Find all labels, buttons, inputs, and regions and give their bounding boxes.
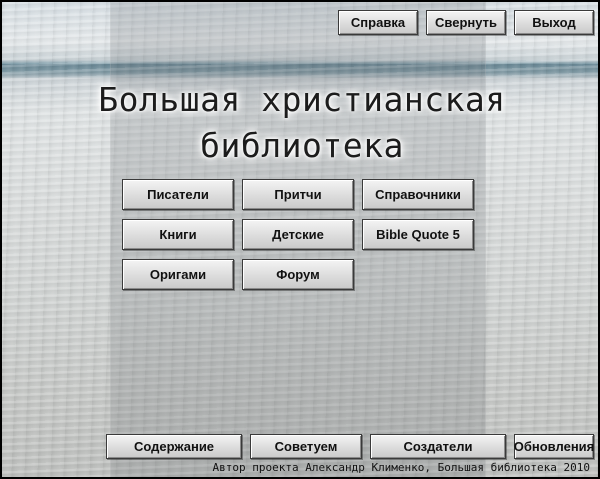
exit-button[interactable]: Выход [514,10,594,35]
app-title-line1: Большая христианская [98,80,506,119]
books-button[interactable]: Книги [122,219,234,250]
footer-credit: Автор проекта Александр Клименко, Больша… [212,461,591,474]
contents-button[interactable]: Содержание [106,434,242,459]
bible-quote-button[interactable]: Bible Quote 5 [362,219,474,250]
updates-button[interactable]: Обновления [514,434,594,459]
forum-button[interactable]: Форум [242,259,354,290]
kids-button[interactable]: Детские [242,219,354,250]
creators-button[interactable]: Создатели [370,434,506,459]
parables-button[interactable]: Притчи [242,179,354,210]
references-button[interactable]: Справочники [362,179,474,210]
app-window: Справка Свернуть Выход Большая христианс… [0,0,600,479]
minimize-button[interactable]: Свернуть [426,10,506,35]
help-button[interactable]: Справка [338,10,418,35]
recommend-button[interactable]: Советуем [250,434,362,459]
app-title-line2: библиотека [200,126,404,165]
writers-button[interactable]: Писатели [122,179,234,210]
origami-button[interactable]: Оригами [122,259,234,290]
